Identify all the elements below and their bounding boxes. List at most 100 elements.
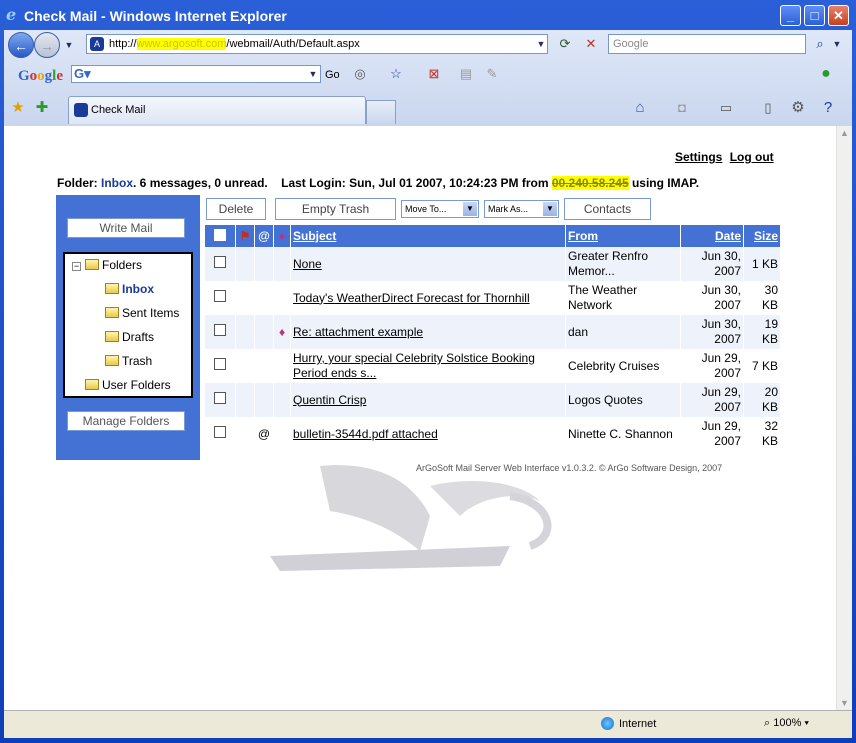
collapse-icon[interactable]: − bbox=[72, 262, 81, 271]
favorites-star-icon[interactable]: ★ bbox=[8, 98, 28, 118]
sidebar-item-user-folders[interactable]: User Folders bbox=[85, 378, 171, 392]
sidebar-item-inbox[interactable]: Inbox bbox=[105, 282, 154, 296]
select-all-checkbox[interactable] bbox=[214, 228, 226, 241]
table-row[interactable]: Today's WeatherDirect Forecast for Thorn… bbox=[204, 281, 780, 315]
sidebar-item-label: User Folders bbox=[102, 378, 171, 392]
pencil-icon[interactable]: ✎ bbox=[482, 64, 502, 84]
manage-folders-button[interactable]: Manage Folders bbox=[67, 411, 185, 431]
row-checkbox[interactable] bbox=[214, 290, 226, 302]
tab-favicon-icon bbox=[74, 103, 88, 117]
address-bar[interactable]: A http://www.argosoft.com/webmail/Auth/D… bbox=[86, 34, 548, 54]
table-row[interactable]: Quentin Crisp Logos Quotes Jun 29, 2007 … bbox=[204, 383, 780, 417]
subject-link[interactable]: None bbox=[293, 257, 322, 271]
go-button[interactable]: Go bbox=[325, 69, 340, 81]
from-cell: Ninette C. Shannon bbox=[565, 417, 681, 451]
date-cell: Jun 30, 2007 bbox=[680, 247, 744, 281]
tab-check-mail[interactable]: Check Mail bbox=[68, 96, 366, 124]
url-redacted: www.argosoft.com bbox=[136, 38, 227, 50]
table-row[interactable]: Hurry, your special Celebrity Solstice B… bbox=[204, 349, 780, 383]
contacts-button[interactable]: Contacts bbox=[564, 198, 651, 220]
date-column-header[interactable]: Date bbox=[680, 225, 744, 247]
maximize-button[interactable]: □ bbox=[804, 5, 825, 26]
close-button[interactable]: ✕ bbox=[828, 5, 849, 26]
empty-trash-button[interactable]: Empty Trash bbox=[275, 198, 396, 220]
history-dropdown-icon[interactable]: ▼ bbox=[62, 36, 76, 54]
subject-link[interactable]: Quentin Crisp bbox=[293, 393, 366, 407]
add-favorite-icon[interactable]: ✚ bbox=[32, 98, 52, 118]
subject-header-label: Subject bbox=[293, 229, 337, 243]
scroll-up-icon[interactable]: ▲ bbox=[839, 128, 850, 138]
address-dropdown-icon[interactable]: ▼ bbox=[534, 35, 548, 53]
forward-button[interactable]: → bbox=[34, 32, 60, 58]
search-icon[interactable]: ⌕ bbox=[810, 34, 830, 54]
subject-cell: None bbox=[290, 247, 566, 281]
table-row[interactable]: @ bulletin-3544d.pdf attached Ninette C.… bbox=[204, 417, 780, 451]
priority-cell bbox=[273, 417, 291, 451]
logout-link[interactable]: Log out bbox=[730, 150, 774, 164]
from-header-label: From bbox=[568, 229, 598, 243]
google-search-input[interactable]: G▾ bbox=[71, 65, 321, 83]
vertical-scrollbar[interactable]: ▲ ▼ bbox=[836, 126, 852, 710]
sidebar-item-drafts[interactable]: Drafts bbox=[105, 330, 154, 344]
folders-root[interactable]: Folders bbox=[85, 258, 142, 272]
size-column-header[interactable]: Size bbox=[743, 225, 780, 247]
stop-icon[interactable]: ✕ bbox=[581, 34, 601, 54]
mark-as-select[interactable]: Mark As... ▼ bbox=[484, 200, 559, 218]
row-checkbox[interactable] bbox=[214, 358, 226, 370]
priority-cell bbox=[273, 383, 291, 417]
table-row[interactable]: ♦ Re: attachment example dan Jun 30, 200… bbox=[204, 315, 780, 349]
flag-cell bbox=[235, 247, 255, 281]
compass-icon[interactable]: ◎ bbox=[350, 64, 370, 84]
subject-link[interactable]: Today's WeatherDirect Forecast for Thorn… bbox=[293, 291, 530, 305]
bookmark-star-icon[interactable]: ☆ bbox=[386, 64, 406, 84]
home-icon[interactable]: ⌂ bbox=[630, 98, 650, 118]
sidebar-item-trash[interactable]: Trash bbox=[105, 354, 152, 368]
row-checkbox-cell bbox=[204, 247, 236, 281]
size-cell: 20 KB bbox=[743, 383, 780, 417]
back-button[interactable]: ← bbox=[8, 32, 34, 58]
spellcheck-icon[interactable]: ▤ bbox=[456, 64, 476, 84]
tools-gear-icon[interactable]: ⚙ bbox=[788, 98, 808, 118]
status-green-icon[interactable]: ● bbox=[816, 64, 836, 84]
search-options-icon[interactable]: ▼ bbox=[830, 35, 844, 53]
page-icon[interactable]: ▯ bbox=[758, 98, 778, 118]
subject-link[interactable]: Hurry, your special Celebrity Solstice B… bbox=[293, 351, 535, 380]
globe-icon bbox=[601, 717, 614, 730]
feeds-icon[interactable]: ◘ bbox=[672, 98, 692, 118]
row-checkbox-cell bbox=[204, 383, 236, 417]
row-checkbox[interactable] bbox=[214, 426, 226, 438]
zoom-control[interactable]: ⌕ 100% ▾ bbox=[764, 717, 809, 730]
scroll-down-icon[interactable]: ▼ bbox=[839, 698, 850, 708]
google-dropdown-icon[interactable]: ▼ bbox=[306, 65, 320, 83]
priority-column-icon[interactable]: ♦ bbox=[273, 225, 291, 247]
row-checkbox[interactable] bbox=[214, 324, 226, 336]
sidebar-item-sent-items[interactable]: Sent Items bbox=[105, 306, 179, 320]
minimize-button[interactable]: _ bbox=[780, 5, 801, 26]
chevron-down-icon: ▼ bbox=[463, 202, 477, 216]
sidebar-item-label: Sent Items bbox=[122, 306, 180, 320]
page-content: Settings Log out Folder: Inbox. 6 messag… bbox=[4, 126, 836, 710]
help-icon[interactable]: ? bbox=[818, 98, 838, 118]
subject-link[interactable]: Re: attachment example bbox=[293, 325, 423, 339]
priority-flag-icon: ♦ bbox=[273, 315, 291, 349]
row-checkbox[interactable] bbox=[214, 256, 226, 268]
attachment-column-icon[interactable]: @ bbox=[254, 225, 274, 247]
size-cell: 19 KB bbox=[743, 315, 780, 349]
refresh-icon[interactable]: ⟳ bbox=[555, 34, 575, 54]
subject-link[interactable]: bulletin-3544d.pdf attached bbox=[293, 427, 438, 441]
row-checkbox[interactable] bbox=[214, 392, 226, 404]
security-zone[interactable]: Internet bbox=[601, 717, 656, 730]
settings-link[interactable]: Settings bbox=[675, 150, 722, 164]
write-mail-button[interactable]: Write Mail bbox=[67, 218, 185, 238]
new-tab-button[interactable] bbox=[366, 100, 396, 124]
delete-button[interactable]: Delete bbox=[206, 198, 266, 220]
flag-column-icon[interactable]: ⚑ bbox=[235, 225, 255, 247]
subject-column-header[interactable]: Subject bbox=[290, 225, 566, 247]
flag-cell bbox=[235, 281, 255, 315]
table-row[interactable]: None Greater Renfro Memor... Jun 30, 200… bbox=[204, 247, 780, 281]
move-to-select[interactable]: Move To... ▼ bbox=[401, 200, 479, 218]
from-column-header[interactable]: From bbox=[565, 225, 681, 247]
print-icon[interactable]: ▭ bbox=[716, 98, 736, 118]
search-input[interactable]: Google bbox=[608, 34, 806, 54]
popup-blocker-icon[interactable]: ⊠ bbox=[424, 64, 444, 84]
